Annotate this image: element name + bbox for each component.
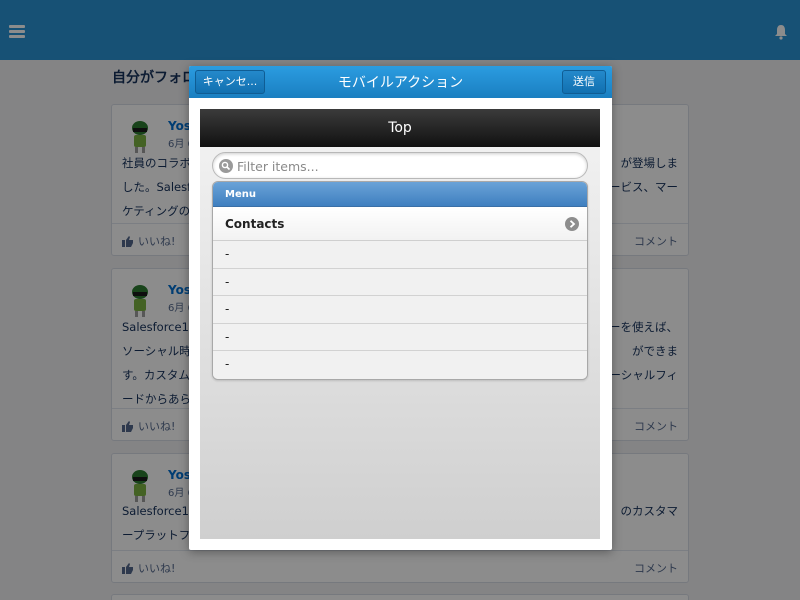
list-item[interactable]: -	[213, 268, 587, 296]
search-icon	[219, 159, 233, 173]
list-item[interactable]: -	[213, 323, 587, 351]
list-item[interactable]: -	[213, 241, 587, 269]
mobile-action-modal: キャンセ... モバイルアクション 送信 Top Filter items...…	[189, 66, 612, 550]
list-divider: Menu	[213, 182, 587, 207]
modal-title: モバイルアクション	[337, 75, 464, 91]
filter-placeholder: Filter items...	[237, 159, 319, 174]
mobile-page-frame: Top Filter items... Menu Contacts - - - …	[200, 109, 600, 539]
filter-input[interactable]: Filter items...	[212, 152, 588, 179]
send-button[interactable]: 送信	[562, 70, 606, 94]
menu-list: Menu Contacts - - - - -	[212, 181, 588, 380]
modal-header: キャンセ... モバイルアクション 送信	[189, 66, 612, 98]
list-item[interactable]: -	[213, 296, 587, 324]
page-title: Top	[200, 109, 600, 147]
list-item[interactable]: -	[213, 351, 587, 379]
list-item-contacts[interactable]: Contacts	[213, 207, 587, 241]
chevron-right-icon	[565, 217, 579, 231]
list-item-label: Contacts	[225, 217, 285, 231]
